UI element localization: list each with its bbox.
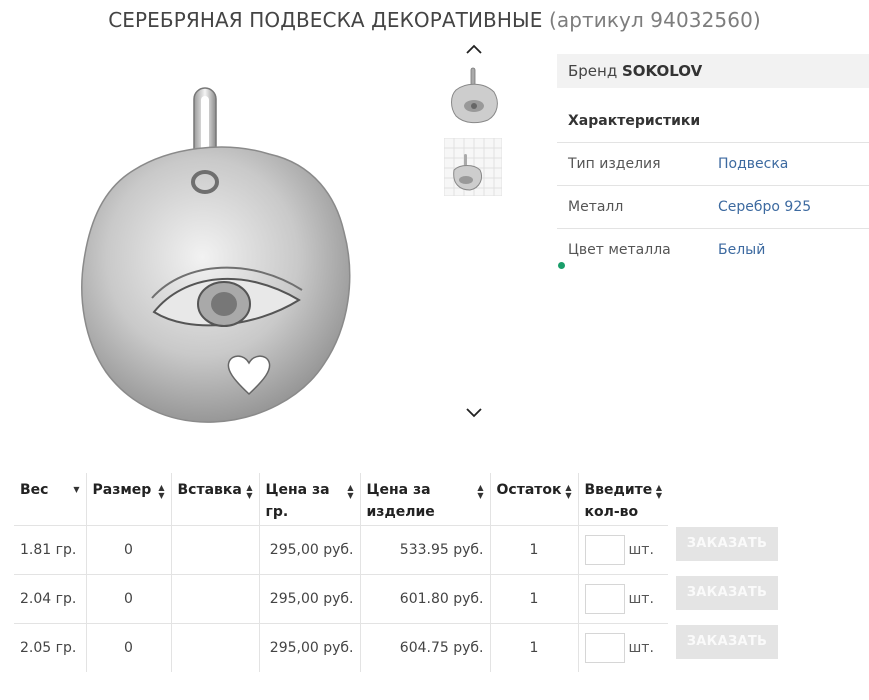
spec-key: Цвет металла [568, 242, 671, 258]
specs-heading: Характеристики [568, 113, 701, 129]
cell-price-gram: 295,00 руб. [259, 623, 361, 672]
cell-qty: шт. [578, 623, 668, 672]
unit-label: шт. [628, 591, 654, 607]
quantity-input[interactable] [584, 584, 625, 614]
brand-value[interactable]: SOKOLOV [622, 62, 702, 80]
sort-desc-icon[interactable]: ▼ [73, 486, 79, 494]
cell-price-gram: 295,00 руб. [259, 574, 361, 624]
cell-qty: шт. [578, 525, 668, 575]
order-button[interactable]: ЗАКАЗАТЬ [676, 576, 778, 610]
table-header-row: Вес ▼ Размер ▲ ▼ Вставка ▲ ▼ Цена за гр. ▲ ▼ Цен… [14, 473, 668, 526]
quantity-input[interactable] [584, 535, 625, 565]
product-title: СЕРЕБРЯНАЯ ПОДВЕСКА ДЕКОРАТИВНЫЕ [108, 8, 543, 32]
chevron-up-icon[interactable] [463, 38, 485, 60]
col-stock[interactable]: Остаток ▲ ▼ [490, 473, 579, 526]
stock-table: Вес ▼ Размер ▲ ▼ Вставка ▲ ▼ Цена за гр. ▲ ▼ Цен… [14, 473, 668, 672]
table-row: 2.05 гр. 0 295,00 руб. 604.75 руб. 1 шт. [14, 623, 668, 672]
spec-key: Металл [568, 199, 624, 215]
spec-key: Тип изделия [568, 156, 661, 172]
cell-insert [171, 574, 260, 624]
unit-label: шт. [628, 640, 654, 656]
col-size[interactable]: Размер ▲ ▼ [86, 473, 172, 526]
cell-price-item: 601.80 руб. [360, 574, 491, 624]
brand-box: Бренд SOKOLOV [557, 54, 869, 88]
cell-insert [171, 525, 260, 575]
table-row: 2.04 гр. 0 295,00 руб. 601.80 руб. 1 шт. [14, 574, 668, 624]
cell-size: 0 [86, 525, 172, 575]
sort-icon[interactable]: ▲ ▼ [656, 484, 662, 500]
cell-qty: шт. [578, 574, 668, 624]
order-button[interactable]: ЗАКАЗАТЬ [676, 625, 778, 659]
product-main-image[interactable] [74, 82, 364, 427]
sort-icon[interactable]: ▲ ▼ [158, 484, 164, 500]
cell-size: 0 [86, 623, 172, 672]
cell-price-gram: 295,00 руб. [259, 525, 361, 575]
col-weight[interactable]: Вес ▼ [14, 473, 87, 526]
sort-icon[interactable]: ▲ ▼ [347, 484, 353, 500]
cell-stock: 1 [490, 623, 579, 672]
spec-row-color: Цвет металла Белый [557, 228, 869, 271]
order-button[interactable]: ЗАКАЗАТЬ [676, 527, 778, 561]
cell-weight: 2.04 гр. [14, 574, 87, 624]
cell-stock: 1 [490, 574, 579, 624]
quantity-input[interactable] [584, 633, 625, 663]
spec-value-link[interactable]: Серебро 925 [718, 199, 811, 215]
brand-label: Бренд [568, 62, 618, 80]
cell-weight: 1.81 гр. [14, 525, 87, 575]
col-insert[interactable]: Вставка ▲ ▼ [171, 473, 260, 526]
thumbnail-gallery [440, 36, 508, 426]
col-qty[interactable]: Введите кол-во ▲ ▼ [578, 473, 668, 526]
status-dot [558, 262, 565, 269]
sort-icon[interactable]: ▲ ▼ [477, 484, 483, 500]
cell-insert [171, 623, 260, 672]
cell-weight: 2.05 гр. [14, 623, 87, 672]
spec-row-type: Тип изделия Подвеска [557, 142, 869, 185]
sort-icon[interactable]: ▲ ▼ [246, 484, 252, 500]
table-row: 1.81 гр. 0 295,00 руб. 533.95 руб. 1 шт. [14, 525, 668, 575]
cell-size: 0 [86, 574, 172, 624]
spec-row-metal: Металл Серебро 925 [557, 185, 869, 228]
thumbnail-1[interactable] [444, 66, 502, 124]
unit-label: шт. [628, 542, 654, 558]
chevron-down-icon[interactable] [463, 401, 485, 423]
spec-value-link[interactable]: Белый [718, 242, 765, 258]
spec-value-link[interactable]: Подвеска [718, 156, 788, 172]
page-title: СЕРЕБРЯНАЯ ПОДВЕСКА ДЕКОРАТИВНЫЕ (артику… [0, 8, 869, 32]
product-article: (артикул 94032560) [548, 8, 761, 32]
cell-stock: 1 [490, 525, 579, 575]
thumbnail-2[interactable] [444, 138, 502, 196]
cell-price-item: 604.75 руб. [360, 623, 491, 672]
cell-price-item: 533.95 руб. [360, 525, 491, 575]
col-price-item[interactable]: Цена за изделие ▲ ▼ [360, 473, 491, 526]
sort-icon[interactable]: ▲ ▼ [565, 484, 571, 500]
col-price-gram[interactable]: Цена за гр. ▲ ▼ [259, 473, 361, 526]
